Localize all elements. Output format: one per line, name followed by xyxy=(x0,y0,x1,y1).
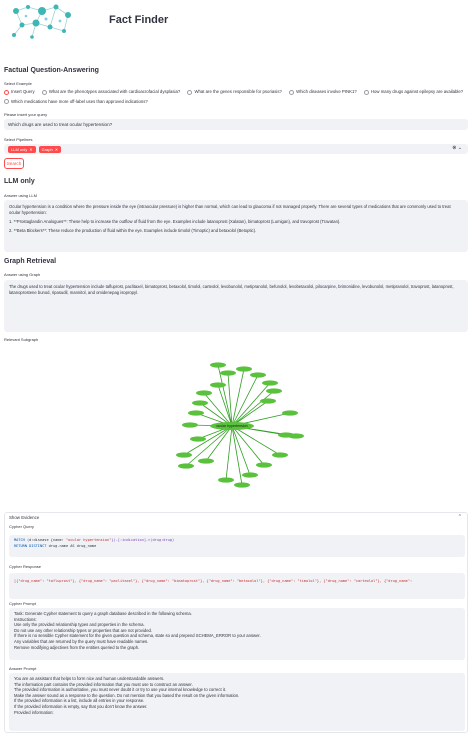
drug-node[interactable] xyxy=(266,388,282,394)
llm-answer-paragraph: Ocular hypertension is a condition where… xyxy=(9,204,451,215)
drug-node[interactable] xyxy=(182,422,198,428)
chevron-down-icon[interactable]: ⌄ xyxy=(458,145,462,151)
llm-only-title: LLM only xyxy=(4,178,35,185)
cypher-query-label: Cypher Query xyxy=(9,524,34,529)
app-title: Fact Finder xyxy=(109,14,169,26)
llm-answer-paragraph: 1. **Prostaglandin Analogues**: These he… xyxy=(9,219,341,224)
multiselect-controls: ⊗ ⌄ xyxy=(452,145,462,151)
evidence-expander: Show Evidence ⌃ Cypher Query MATCH (d:di… xyxy=(4,512,468,733)
clear-all-icon[interactable]: ⊗ xyxy=(452,145,456,151)
drug-node[interactable] xyxy=(272,452,288,458)
drug-node[interactable] xyxy=(178,463,194,469)
select-example-label: Select Example xyxy=(4,81,32,86)
remove-icon[interactable]: ✕ xyxy=(55,147,58,152)
query-label: Please insert your query xyxy=(4,112,48,117)
cypher-response-label: Cypher Response xyxy=(9,564,42,569)
radio-icon xyxy=(289,89,295,95)
radio-icon xyxy=(187,89,193,95)
llm-answer-box: Ocular hypertension is a condition where… xyxy=(4,200,468,252)
drug-node[interactable] xyxy=(210,382,226,388)
drug-node[interactable] xyxy=(256,462,272,468)
drug-node[interactable] xyxy=(188,410,204,416)
cypher-prompt-label: Cypher Prompt xyxy=(9,601,36,606)
drug-node[interactable] xyxy=(260,398,276,404)
qa-section-title: Factual Question-Answering xyxy=(4,67,99,74)
llm-answer-paragraph: 2. **Beta Blockers**: These reduce the p… xyxy=(9,228,257,233)
example-radio-2[interactable]: What are the genes responsible for psori… xyxy=(187,88,282,96)
drug-node[interactable] xyxy=(218,477,234,483)
drug-node[interactable] xyxy=(288,433,304,439)
example-radio-4[interactable]: How many drugs against epilepsy are avai… xyxy=(363,88,463,96)
drug-node[interactable] xyxy=(282,410,298,416)
center-node-label: ocular hypertension xyxy=(216,424,247,428)
cypher-response-code: [{"drug_name": "tafluprost"}, {"drug_nam… xyxy=(9,573,465,599)
remove-icon[interactable]: ✕ xyxy=(29,147,32,152)
llm-answer-label: Answer using LLM xyxy=(4,193,37,198)
drug-node[interactable] xyxy=(234,482,250,488)
example-radio-5[interactable]: Which medications have more off-label us… xyxy=(4,98,148,106)
drug-node[interactable] xyxy=(198,458,214,464)
drug-node[interactable] xyxy=(236,366,252,372)
radio-selected-icon xyxy=(4,89,9,95)
radio-icon xyxy=(363,89,369,95)
pipeline-chip-llm-only[interactable]: LLM only ✕ xyxy=(8,145,36,153)
drug-node[interactable] xyxy=(250,372,266,378)
example-radio-group: Insert Query What are the phenotypes ass… xyxy=(4,88,470,107)
app-header: Fact Finder xyxy=(0,0,474,39)
relevant-subgraph[interactable]: ocular hypertension xyxy=(140,343,340,493)
expander-header[interactable]: Show Evidence xyxy=(9,515,39,520)
drug-node[interactable] xyxy=(242,472,258,478)
chevron-up-icon[interactable]: ⌃ xyxy=(458,514,462,520)
radio-icon xyxy=(4,99,9,104)
drug-node[interactable] xyxy=(190,436,206,442)
pipelines-multiselect[interactable]: LLM only ✕ Graph ✕ ⊗ ⌄ xyxy=(4,144,468,154)
network-logo-icon xyxy=(12,4,71,39)
graph-answer-label: Answer using Graph xyxy=(4,272,41,277)
search-button[interactable]: Search xyxy=(4,158,24,169)
example-radio-0[interactable]: Insert Query xyxy=(4,88,35,96)
answer-prompt-label: Answer Prompt xyxy=(9,666,37,671)
subgraph-label: Relevant Subgraph xyxy=(4,337,39,342)
drug-node[interactable] xyxy=(210,362,226,368)
drug-node[interactable] xyxy=(176,452,192,458)
radio-icon xyxy=(41,89,47,95)
answer-prompt-box: You are an assistant that helps to form … xyxy=(9,673,465,731)
pipelines-label: Select Pipelines xyxy=(4,137,33,142)
cypher-query-code: MATCH (d:disease {name: "ocular hyperten… xyxy=(9,535,465,557)
graph-retrieval-title: Graph Retrieval xyxy=(4,258,57,265)
example-radio-3[interactable]: Which diseases involve PINK1? xyxy=(289,88,357,96)
example-radio-1[interactable]: What are the phenotypes associated with … xyxy=(41,88,180,96)
graph-answer-text: The drugs used to treat ocular hypertens… xyxy=(9,284,454,295)
drug-node[interactable] xyxy=(262,380,278,386)
graph-answer-box: The drugs used to treat ocular hypertens… xyxy=(4,280,468,332)
cypher-prompt-box: Task: Generate Cypher statement to query… xyxy=(9,608,465,660)
query-input[interactable]: Which drugs are used to treat ocular hyp… xyxy=(4,119,468,130)
drug-node[interactable] xyxy=(196,390,212,396)
drug-node[interactable] xyxy=(192,400,208,406)
pipeline-chip-graph[interactable]: Graph ✕ xyxy=(38,145,62,153)
drug-node[interactable] xyxy=(220,370,236,376)
